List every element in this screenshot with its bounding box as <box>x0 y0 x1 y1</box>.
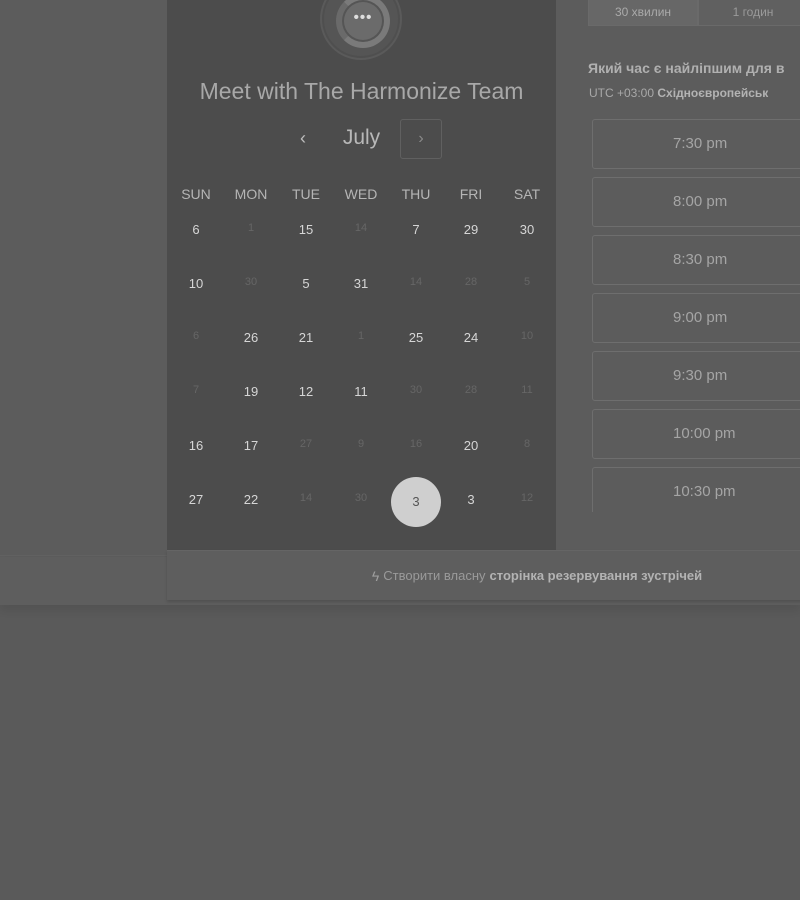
calendar-week: 10 30 5 31 14 28 5 <box>167 262 556 316</box>
weekday-sat: SAT <box>513 186 541 202</box>
calendar-day: 12 <box>520 492 534 504</box>
calendar-week: 27 22 14 30 3 3 12 <box>167 477 556 532</box>
time-slot-button[interactable]: 10:00 pm <box>592 409 800 459</box>
calendar-day: 6 <box>192 330 200 342</box>
calendar-day[interactable]: 27 <box>171 492 221 507</box>
calendar-day: 14 <box>299 492 313 504</box>
footer-link-text[interactable]: сторінка резервування зустрічей <box>490 568 703 583</box>
calendar-panel: ••• Meet with The Harmonize Team ‹ July … <box>167 0 556 550</box>
time-slot-button[interactable]: 8:30 pm <box>592 235 800 285</box>
calendar-day[interactable]: 5 <box>281 276 331 291</box>
calendar-day[interactable]: 24 <box>446 330 496 345</box>
weekday-thu: THU <box>401 186 431 202</box>
next-month-button[interactable]: › <box>400 119 442 159</box>
footer-link[interactable]: ϟ Створити власну сторінка резервування … <box>167 550 800 600</box>
calendar-day: 14 <box>354 222 368 234</box>
calendar-day[interactable]: 17 <box>226 438 276 453</box>
time-slot-button[interactable]: 9:30 pm <box>592 351 800 401</box>
page-title: Meet with The Harmonize Team <box>199 78 524 104</box>
calendar-day[interactable]: 30 <box>502 222 552 237</box>
calendar-day: 8 <box>523 438 531 450</box>
weekday-wed: WED <box>344 186 378 202</box>
calendar-day: 9 <box>357 438 365 450</box>
calendar-day[interactable]: 12 <box>281 384 331 399</box>
weekday-tue: TUE <box>292 186 320 202</box>
calendar-week: 6 26 21 1 25 24 10 <box>167 316 556 370</box>
calendar-day: 30 <box>244 276 258 288</box>
calendar-day[interactable]: 10 <box>171 276 221 291</box>
calendar-day[interactable]: 19 <box>226 384 276 399</box>
calendar-day[interactable]: 6 <box>171 222 221 237</box>
time-slot-button[interactable]: 7:30 pm <box>592 119 800 169</box>
duration-tab[interactable]: 30 хвилин <box>588 0 698 26</box>
calendar-day[interactable]: 7 <box>391 222 441 237</box>
calendar-day: 1 <box>357 330 365 342</box>
calendar-day: 16 <box>409 438 423 450</box>
timezone-name: Східноєвропейськ <box>657 86 769 100</box>
month-navigation: ‹ July › <box>167 118 556 160</box>
chat-bubble-icon: ••• <box>344 2 382 40</box>
calendar-day: 14 <box>409 276 423 288</box>
calendar-grid: SUN MON TUE WED THU FRI SAT 6 1 15 14 7 29 30 10 30 5 31… <box>167 180 556 532</box>
calendar-day[interactable]: 15 <box>281 222 331 237</box>
sprocket-icon: ϟ <box>371 567 380 584</box>
time-question: Який час є найліпшим для в <box>588 60 785 76</box>
time-slot-list[interactable]: 7:30 pm 8:00 pm 8:30 pm 9:00 pm 9:30 pm 10:00… <box>592 119 800 512</box>
calendar-day: 7 <box>192 384 200 396</box>
month-label: July <box>342 126 381 149</box>
duration-tab[interactable]: 1 годин <box>698 0 800 26</box>
weekday-mon: MON <box>234 186 268 202</box>
calendar-day: 27 <box>299 438 313 450</box>
time-slot-button[interactable]: 8:00 pm <box>592 177 800 227</box>
calendar-day[interactable]: 29 <box>446 222 496 237</box>
team-logo: ••• <box>322 0 400 58</box>
calendar-day: 30 <box>354 492 368 504</box>
calendar-week: 7 19 12 11 30 28 11 <box>167 370 556 424</box>
calendar-day[interactable]: 31 <box>336 276 386 291</box>
weekday-fri: FRI <box>459 186 483 202</box>
calendar-day: 5 <box>523 276 531 288</box>
calendar-day[interactable]: 22 <box>226 492 276 507</box>
duration-tabs: 30 хвилин 1 годин <box>588 0 800 26</box>
calendar-day[interactable]: 11 <box>336 384 386 399</box>
calendar-day[interactable]: 21 <box>281 330 331 345</box>
time-slot-button[interactable]: 9:00 pm <box>592 293 800 343</box>
calendar-day: 30 <box>409 384 423 396</box>
calendar-day[interactable]: 20 <box>446 438 496 453</box>
weekday-sun: SUN <box>181 186 211 202</box>
time-slot-button[interactable]: 10:30 pm <box>592 467 800 512</box>
footer-text: Створити власну <box>383 568 486 583</box>
calendar-day: 28 <box>464 276 478 288</box>
calendar-day: 1 <box>247 222 255 234</box>
calendar-day[interactable]: 3 <box>446 492 496 507</box>
weekday-header: SUN MON TUE WED THU FRI SAT <box>167 180 556 208</box>
calendar-day: 10 <box>520 330 534 342</box>
calendar-week: 6 1 15 14 7 29 30 <box>167 208 556 262</box>
calendar-day[interactable]: 26 <box>226 330 276 345</box>
time-panel: 30 хвилин 1 годин Який час є найліпшим дл… <box>556 0 800 550</box>
calendar-day: 11 <box>521 384 533 396</box>
calendar-week: 16 17 27 9 16 20 8 <box>167 424 556 478</box>
timezone-offset: UTC +03:00 <box>589 86 655 100</box>
calendar-day[interactable]: 16 <box>171 438 221 453</box>
calendar-day: 28 <box>464 384 478 396</box>
timezone-label[interactable]: UTC +03:00 Східноєвропейськ <box>589 86 768 100</box>
calendar-day[interactable]: 25 <box>391 330 441 345</box>
selected-day[interactable]: 3 <box>391 477 441 527</box>
